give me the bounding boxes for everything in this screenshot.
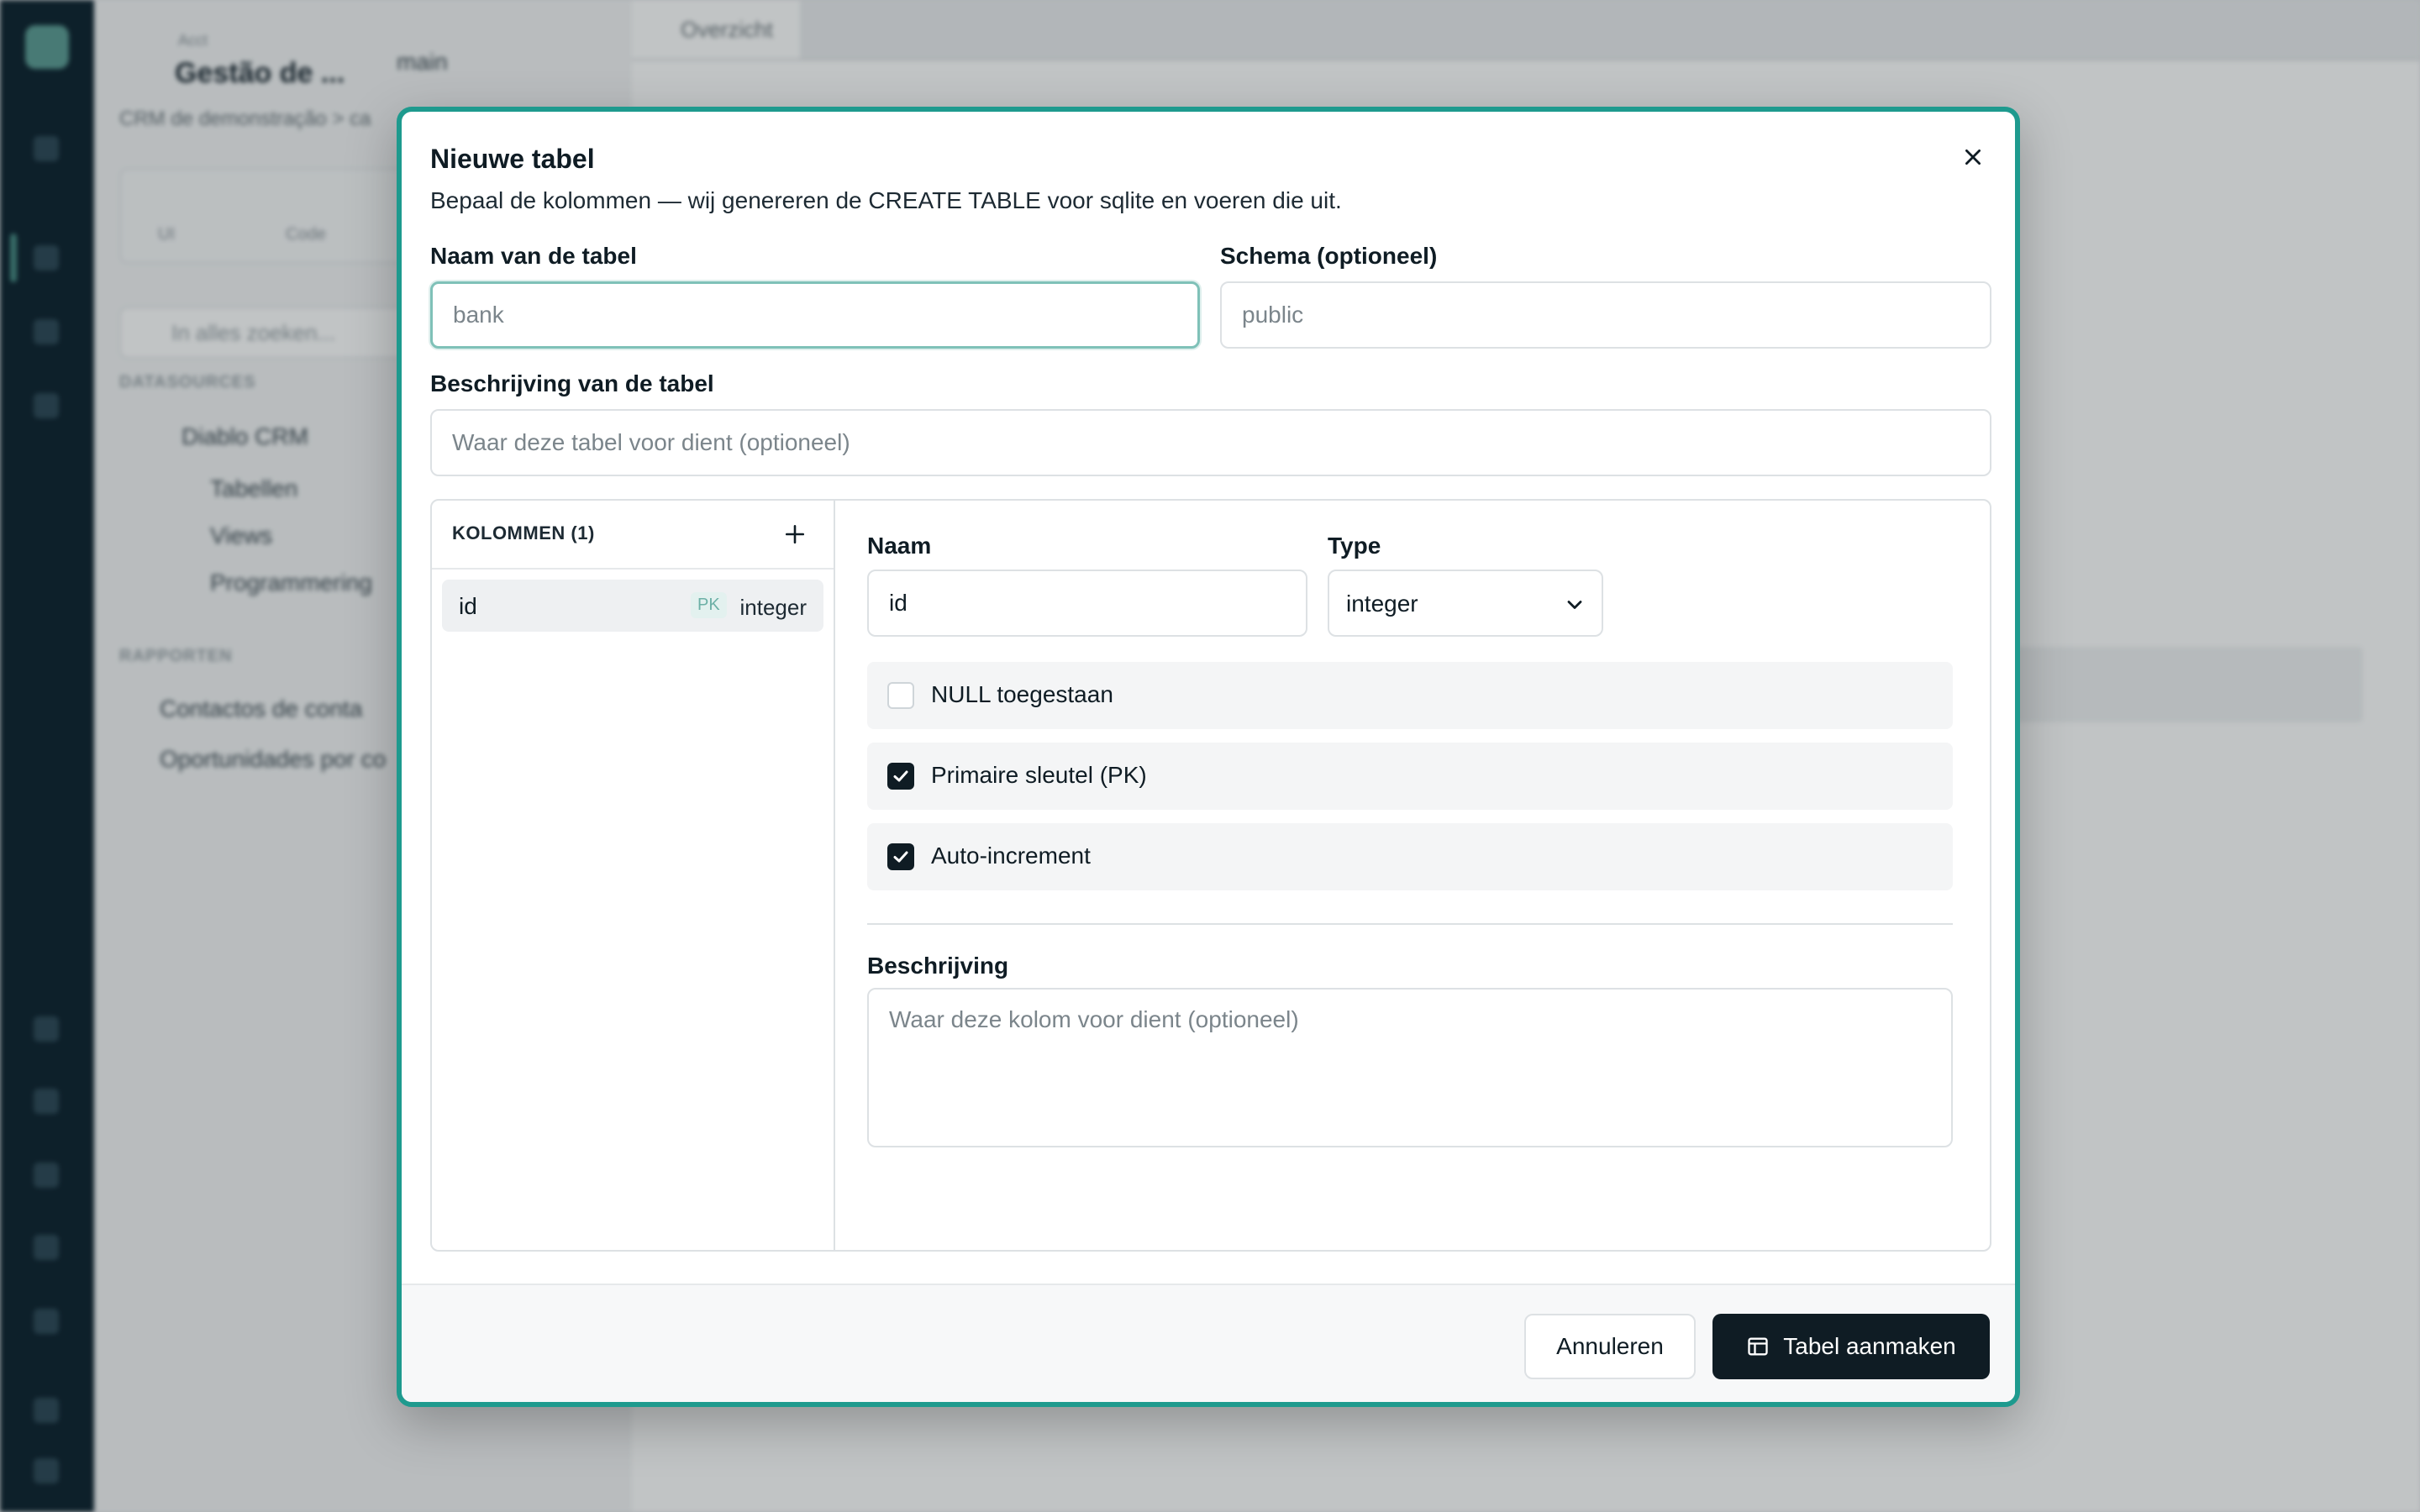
schema-input[interactable] (1220, 281, 1991, 349)
null-allowed-label: NULL toegestaan (931, 681, 1113, 707)
close-button[interactable] (1953, 137, 1993, 177)
null-allowed-option[interactable]: NULL toegestaan (867, 662, 1953, 729)
table-description-label: Beschrijving van de tabel (430, 370, 714, 396)
schema-label: Schema (optioneel) (1220, 243, 1438, 269)
chevron-down-icon (1567, 601, 1582, 609)
column-list-item[interactable]: id PK integer (442, 580, 823, 632)
dialog-title: Nieuwe tabel (430, 144, 595, 174)
auto-increment-checkbox[interactable] (887, 843, 914, 870)
column-type-label: Type (1328, 533, 1381, 559)
auto-increment-option[interactable]: Auto-increment (867, 823, 1953, 890)
create-table-label: Tabel aanmaken (1783, 1333, 1956, 1359)
column-item-type: integer (739, 595, 808, 620)
dialog-description: Bepaal de kolommen — wij genereren de CR… (430, 187, 1342, 213)
column-editor: KOLOMMEN (1) id PK integer Naam Type int… (430, 499, 1991, 1252)
null-allowed-checkbox[interactable] (887, 682, 914, 709)
plus-icon (785, 524, 805, 544)
add-column-button[interactable] (776, 516, 813, 553)
columns-header: KOLOMMEN (1) (432, 501, 834, 570)
checkmark-icon (893, 770, 908, 782)
column-type-select[interactable]: integer (1328, 570, 1603, 637)
table-icon (1748, 1337, 1768, 1356)
cancel-button[interactable]: Annuleren (1524, 1314, 1696, 1379)
new-table-dialog: Nieuwe tabel Bepaal de kolommen — wij ge… (397, 107, 2020, 1407)
primary-key-checkbox[interactable] (887, 763, 914, 790)
dialog-footer: Annuleren Tabel aanmaken (402, 1284, 2015, 1402)
auto-increment-label: Auto-increment (931, 843, 1091, 869)
column-description-label: Beschrijving (867, 953, 1009, 979)
column-name-label: Naam (867, 533, 932, 559)
primary-key-badge: PK (691, 592, 727, 618)
table-description-input[interactable] (430, 409, 1991, 476)
divider (867, 923, 1953, 925)
table-name-label: Naam van de tabel (430, 243, 637, 269)
close-icon (1965, 150, 1981, 165)
column-type-value: integer (1346, 591, 1418, 617)
columns-header-label: KOLOMMEN (1) (452, 522, 595, 543)
columns-panel: KOLOMMEN (1) id PK integer (432, 501, 835, 1250)
table-name-input[interactable] (430, 281, 1200, 349)
create-table-button[interactable]: Tabel aanmaken (1712, 1314, 1990, 1379)
primary-key-label: Primaire sleutel (PK) (931, 762, 1147, 788)
column-item-name: id (459, 593, 477, 619)
column-name-input[interactable] (867, 570, 1307, 637)
column-detail-panel: Naam Type integer NULL toegestaan P (834, 501, 1990, 1250)
checkmark-icon (893, 851, 908, 863)
primary-key-option[interactable]: Primaire sleutel (PK) (867, 743, 1953, 810)
column-description-input[interactable] (867, 988, 1953, 1147)
